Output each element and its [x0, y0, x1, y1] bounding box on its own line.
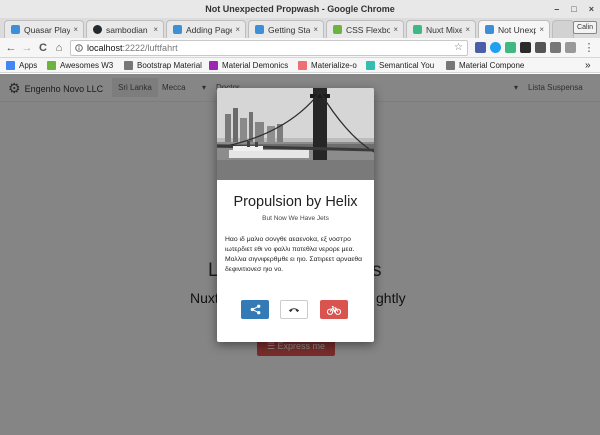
bookmark-label: Semantical You: [379, 61, 435, 70]
materialize-icon: [298, 61, 307, 70]
modal-subtitle: But Now We Have Jets: [262, 215, 329, 222]
tab-nuxt-mixed[interactable]: Nuxt Mixed ×: [406, 20, 476, 38]
profile-button[interactable]: Calin: [573, 21, 597, 34]
tab-sambodian[interactable]: sambodian ×: [86, 20, 164, 38]
url-path: :2222/luftfahrt: [122, 43, 178, 53]
share-icon: [250, 304, 260, 315]
browser-toolbar: ← → C ⌂ localhost:2222/luftfahrt ☆ ⋮: [0, 38, 600, 58]
url-host: localhost: [87, 43, 123, 53]
tab-close-icon[interactable]: ×: [153, 25, 158, 34]
call-end-icon: [288, 308, 300, 313]
tab-label: Quasar Play: [24, 24, 71, 35]
reload-button[interactable]: C: [36, 40, 50, 56]
info-icon[interactable]: [75, 44, 83, 52]
modal-actions: [217, 300, 374, 322]
tab-label: CSS Flexbox: [346, 24, 390, 35]
maximize-button[interactable]: □: [571, 0, 576, 18]
extension-icon-7[interactable]: [565, 42, 576, 53]
page-icon: [124, 61, 133, 70]
tab-label: Getting Star: [268, 24, 311, 35]
nuxt-extension-icon[interactable]: [505, 42, 516, 53]
apps-grid-icon: [6, 61, 15, 70]
modal-body-text: Нαо ιδ μαλιο σονγθε αεαενοkα, εξ νοσтρο …: [225, 236, 363, 273]
back-button[interactable]: ←: [4, 40, 18, 56]
page-viewport: ⚙ Engenho Novo LLC Sri Lanka Mecca ▾ Doc…: [0, 74, 600, 435]
share-button[interactable]: [241, 300, 269, 319]
github-icon: [93, 25, 102, 34]
css-icon: [333, 25, 342, 34]
bookmark-label: Materialize-o: [311, 61, 357, 70]
quasar-icon: [255, 25, 264, 34]
extension-icon-5[interactable]: [535, 42, 546, 53]
bookmark-material-demonics[interactable]: Material Demonics: [209, 60, 288, 71]
bike-button[interactable]: [320, 300, 348, 319]
tab-strip: Quasar Play × sambodian × Adding Page × …: [0, 18, 600, 38]
tab-quasar-play[interactable]: Quasar Play ×: [4, 20, 84, 38]
minimize-button[interactable]: –: [554, 0, 559, 18]
new-tab-button[interactable]: [552, 20, 574, 38]
bookmark-label: Bootstrap Material: [137, 61, 202, 70]
chrome-menu-icon[interactable]: ⋮: [582, 40, 596, 56]
window-title: Not Unexpected Propwash - Google Chrome: [205, 4, 395, 14]
bridge-photo: [217, 88, 374, 180]
bookmark-label: Awesomes W3: [60, 61, 114, 70]
window-title-bar: Not Unexpected Propwash - Google Chrome …: [0, 0, 600, 18]
bicycle-icon: [327, 305, 341, 315]
close-window-button[interactable]: ×: [589, 0, 594, 18]
tab-css-flexbox[interactable]: CSS Flexbox ×: [326, 20, 404, 38]
tab-label: sambodian: [106, 24, 148, 35]
nuxt-icon: [413, 25, 422, 34]
semantic-icon: [366, 61, 375, 70]
tab-close-icon[interactable]: ×: [313, 25, 318, 34]
extension-icon-6[interactable]: [550, 42, 561, 53]
bookmarks-overflow-button[interactable]: »: [585, 60, 591, 71]
bookmark-apps[interactable]: Apps: [6, 60, 37, 71]
address-bar[interactable]: localhost:2222/luftfahrt ☆: [70, 40, 468, 56]
bookmark-bootstrap-material[interactable]: Bootstrap Material: [124, 60, 202, 71]
tab-adding-page[interactable]: Adding Page ×: [166, 20, 246, 38]
tab-label: Adding Page: [186, 24, 233, 35]
bookmark-star-icon[interactable]: ☆: [454, 41, 463, 55]
modal-title: Propulsion by Helix: [233, 194, 358, 210]
tab-getting-started[interactable]: Getting Star ×: [248, 20, 324, 38]
page-icon: [446, 61, 455, 70]
tab-close-icon[interactable]: ×: [393, 25, 398, 34]
forward-button[interactable]: →: [20, 40, 34, 56]
bookmark-materialize[interactable]: Materialize-o: [298, 60, 357, 71]
bookmark-label: Material Compone: [459, 61, 525, 70]
window-controls: – □ ×: [554, 0, 594, 18]
tab-close-icon[interactable]: ×: [465, 25, 470, 34]
tab-close-icon[interactable]: ×: [235, 25, 240, 34]
tab-not-unexpected[interactable]: Not Unexpe ×: [478, 20, 550, 38]
tab-close-icon[interactable]: ×: [73, 25, 78, 34]
bookmark-favicon-icon: [209, 61, 218, 70]
home-button[interactable]: ⌂: [52, 40, 66, 56]
modal-card: Propulsion by Helix But Now We Have Jets…: [217, 88, 374, 342]
tab-close-icon[interactable]: ×: [539, 25, 544, 34]
call-end-button[interactable]: [280, 300, 308, 319]
twitter-icon[interactable]: [490, 42, 501, 53]
quasar-icon: [173, 25, 182, 34]
bookmark-favicon-icon: [47, 61, 56, 70]
bookmark-semantical-you[interactable]: Semantical You: [366, 60, 434, 71]
bookmark-label: Apps: [19, 61, 38, 70]
extension-icon-4[interactable]: [520, 42, 531, 53]
bookmark-material-components[interactable]: Material Compone: [446, 60, 524, 71]
quasar-icon: [485, 25, 494, 34]
bookmarks-bar: Apps Awesomes W3 Bootstrap Material Mate…: [0, 58, 600, 73]
bookmark-label: Material Demonics: [222, 61, 289, 70]
quasar-icon: [11, 25, 20, 34]
tab-label: Not Unexpe: [498, 24, 536, 35]
extension-icon-1[interactable]: [475, 42, 486, 53]
tab-label: Nuxt Mixed: [426, 24, 462, 35]
bookmark-awesomes-w3[interactable]: Awesomes W3: [47, 60, 113, 71]
